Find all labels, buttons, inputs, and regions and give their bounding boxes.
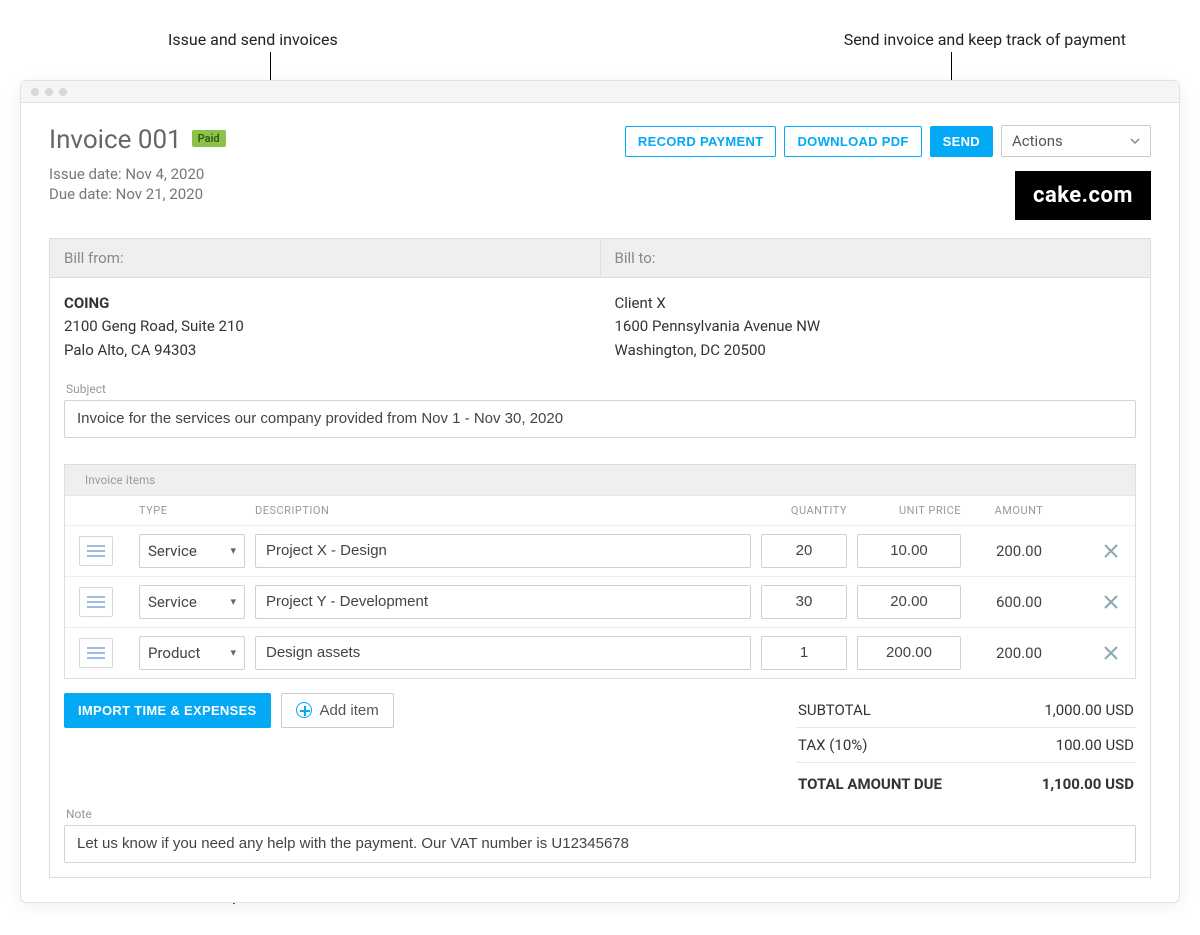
- unit-price-input[interactable]: [857, 636, 961, 670]
- totals-block: SUBTOTAL 1,000.00 USD TAX (10%) 100.00 U…: [796, 693, 1136, 801]
- type-select[interactable]: Product ▾: [139, 636, 245, 670]
- type-select[interactable]: Service ▾: [139, 534, 245, 568]
- col-quantity: QUANTITY: [761, 504, 847, 517]
- bill-to-block: Client X 1600 Pennsylvania Avenue NW Was…: [600, 278, 1151, 378]
- type-select-value: Service: [148, 542, 197, 560]
- type-select-value: Service: [148, 593, 197, 611]
- company-logo: cake.com: [1015, 171, 1151, 220]
- tax-value: 100.00 USD: [1056, 736, 1134, 754]
- callout-track-payment: Send invoice and keep track of payment: [844, 30, 1126, 49]
- total-due-label: TOTAL AMOUNT DUE: [798, 775, 942, 793]
- window-dot: [31, 88, 39, 96]
- close-icon: [1103, 543, 1119, 559]
- bill-to-header: Bill to:: [600, 239, 1151, 277]
- issue-date: Issue date: Nov 4, 2020: [49, 165, 226, 183]
- browser-window: Invoice 001 Paid Issue date: Nov 4, 2020…: [20, 80, 1180, 903]
- issue-date-value: Nov 4, 2020: [125, 165, 204, 183]
- chevron-down-icon: ▾: [230, 595, 236, 608]
- bill-from-header: Bill from:: [50, 239, 600, 277]
- amount-value: 600.00: [971, 593, 1067, 611]
- add-item-label: Add item: [320, 702, 379, 719]
- quantity-input[interactable]: [761, 585, 847, 619]
- tax-label: TAX (10%): [798, 736, 868, 754]
- callout-issue-send: Issue and send invoices: [168, 30, 338, 49]
- status-badge: Paid: [192, 130, 226, 147]
- quantity-input[interactable]: [761, 636, 847, 670]
- note-input[interactable]: [64, 825, 1136, 863]
- col-amount: AMOUNT: [971, 504, 1067, 517]
- bill-from-block: COING 2100 Geng Road, Suite 210 Palo Alt…: [50, 278, 600, 378]
- type-select[interactable]: Service ▾: [139, 585, 245, 619]
- due-date-label: Due date:: [49, 185, 112, 203]
- actions-dropdown[interactable]: Actions: [1001, 125, 1151, 157]
- subtotal-label: SUBTOTAL: [798, 701, 871, 719]
- invoice-items-table: Invoice items TYPE DESCRIPTION QUANTITY …: [64, 464, 1136, 679]
- description-input[interactable]: [255, 636, 751, 670]
- bill-to-line2: Washington, DC 20500: [615, 339, 1137, 362]
- plus-circle-icon: [296, 702, 312, 718]
- type-select-value: Product: [148, 644, 200, 662]
- download-pdf-button[interactable]: DOWNLOAD PDF: [784, 126, 921, 157]
- bill-to-name: Client X: [615, 292, 1137, 315]
- due-date-value: Nov 21, 2020: [116, 185, 203, 203]
- subject-label: Subject: [66, 382, 1136, 396]
- description-input[interactable]: [255, 534, 751, 568]
- description-input[interactable]: [255, 585, 751, 619]
- drag-handle-icon[interactable]: [79, 638, 113, 668]
- bill-to-line1: 1600 Pennsylvania Avenue NW: [615, 315, 1137, 338]
- invoice-title: Invoice 001: [49, 125, 182, 155]
- drag-handle-icon[interactable]: [79, 536, 113, 566]
- amount-value: 200.00: [971, 542, 1067, 560]
- amount-value: 200.00: [971, 644, 1067, 662]
- drag-handle-icon[interactable]: [79, 587, 113, 617]
- window-titlebar: [21, 81, 1179, 103]
- bill-from-line2: Palo Alto, CA 94303: [64, 339, 586, 362]
- table-row: Service ▾ 600.00: [65, 576, 1135, 627]
- add-item-button[interactable]: Add item: [281, 693, 394, 728]
- bill-from-name: COING: [64, 292, 586, 315]
- col-type: TYPE: [139, 504, 245, 517]
- bill-panel: Bill from: Bill to: COING 2100 Geng Road…: [49, 238, 1151, 878]
- remove-row-button[interactable]: [1097, 639, 1125, 667]
- company-logo-text: cake.com: [1033, 183, 1133, 208]
- note-label: Note: [66, 807, 1136, 821]
- chevron-down-icon: [1130, 138, 1140, 144]
- bill-from-line1: 2100 Geng Road, Suite 210: [64, 315, 586, 338]
- close-icon: [1103, 645, 1119, 661]
- actions-dropdown-label: Actions: [1012, 132, 1063, 150]
- col-description: DESCRIPTION: [255, 504, 751, 517]
- quantity-input[interactable]: [761, 534, 847, 568]
- send-button[interactable]: SEND: [930, 126, 993, 157]
- table-row: Service ▾ 200.00: [65, 525, 1135, 576]
- subject-input[interactable]: [64, 400, 1136, 438]
- issue-date-label: Issue date:: [49, 165, 122, 183]
- invoice-items-heading: Invoice items: [65, 465, 1135, 495]
- col-unit-price: UNIT PRICE: [857, 504, 961, 517]
- import-time-expenses-button[interactable]: IMPORT TIME & EXPENSES: [64, 693, 271, 728]
- chevron-down-icon: ▾: [230, 646, 236, 659]
- window-dot: [59, 88, 67, 96]
- subtotal-value: 1,000.00 USD: [1044, 701, 1134, 719]
- window-dot: [45, 88, 53, 96]
- close-icon: [1103, 594, 1119, 610]
- record-payment-button[interactable]: RECORD PAYMENT: [625, 126, 777, 157]
- remove-row-button[interactable]: [1097, 588, 1125, 616]
- total-due-value: 1,100.00 USD: [1042, 775, 1134, 793]
- chevron-down-icon: ▾: [230, 544, 236, 557]
- table-row: Product ▾ 200.00: [65, 627, 1135, 678]
- unit-price-input[interactable]: [857, 534, 961, 568]
- due-date: Due date: Nov 21, 2020: [49, 185, 226, 203]
- remove-row-button[interactable]: [1097, 537, 1125, 565]
- unit-price-input[interactable]: [857, 585, 961, 619]
